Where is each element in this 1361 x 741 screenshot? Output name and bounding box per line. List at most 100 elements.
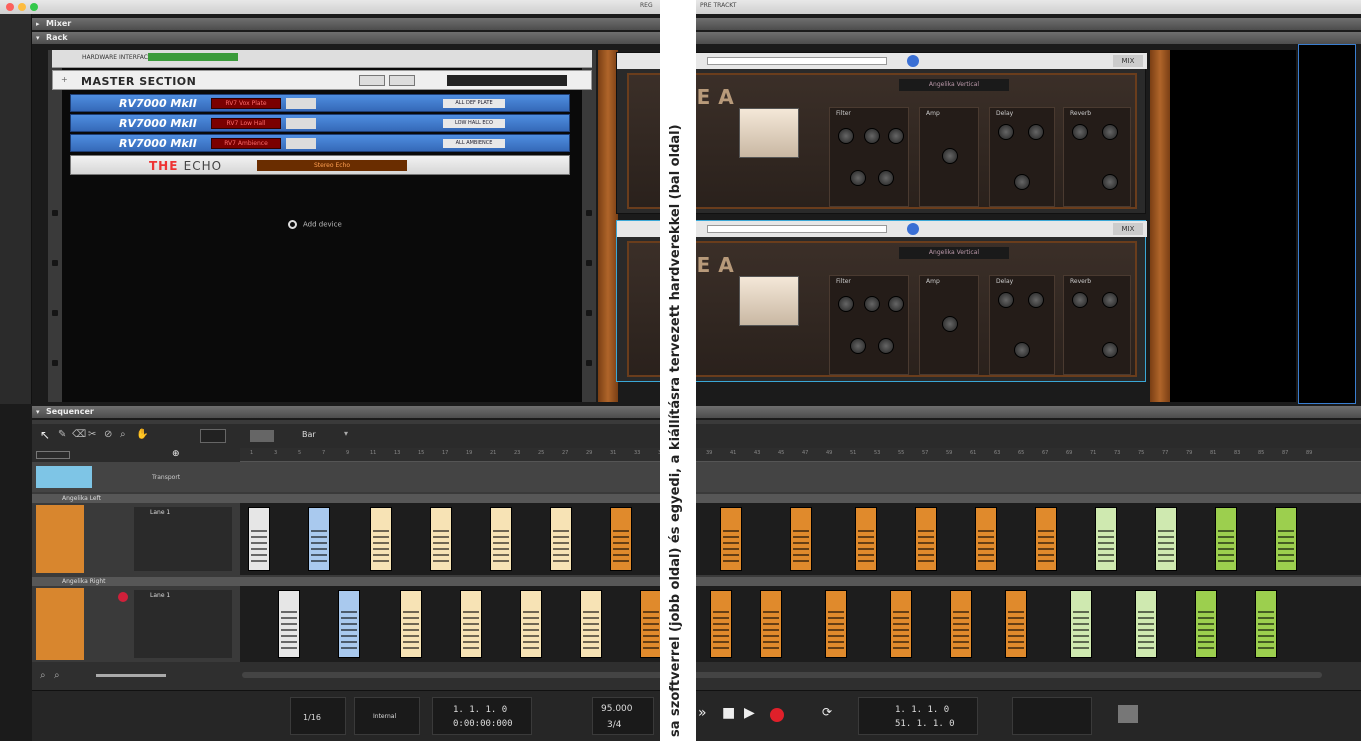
plus-icon[interactable]: + [61,75,68,84]
pattern-clip[interactable] [338,590,360,658]
dsp-button[interactable] [1118,705,1138,723]
synth-slider[interactable] [707,57,887,65]
patch-display[interactable]: RV7 Low Hall [211,118,281,129]
pattern-clip[interactable] [370,507,392,571]
pattern-clip[interactable] [855,507,877,571]
synth-slider[interactable] [707,225,887,233]
pattern-clip[interactable] [430,507,452,571]
pattern-clip[interactable] [790,507,812,571]
the-echo-unit[interactable]: THE ECHO Stereo Echo [70,155,570,175]
rv7000-unit-3[interactable]: RV7000 MkII RV7 Ambience ALL AMBIENCE [70,134,570,152]
record-arm-button[interactable] [118,592,128,602]
track-filter-button[interactable] [36,451,70,459]
play-icon[interactable]: ▶ [744,705,755,721]
pencil-tool-icon[interactable]: ✎ [58,429,66,440]
pattern-clip[interactable] [308,507,330,571]
pattern-clip[interactable] [1275,507,1297,571]
pattern-clip[interactable] [890,590,912,658]
pattern-clip[interactable] [550,507,572,571]
add-device-button[interactable]: Add device [288,220,342,229]
timeline-ruler[interactable]: 1357911131517192123252729313335373941434… [240,448,1361,462]
edit-mode-button[interactable] [200,429,226,443]
pattern-clip[interactable] [580,590,602,658]
patch-name-display[interactable]: Angelika Vertical [899,247,1009,259]
master-button-2[interactable] [389,75,415,86]
chevron-down-icon[interactable]: ▾ [36,406,40,418]
zoom-in-icon[interactable]: ⌕ [54,670,60,681]
rv7000-unit-1[interactable]: RV7000 MkII RV7 Vox Plate ALL DEF PLATE [70,94,570,112]
quantize-box[interactable]: 1/16 [290,697,346,735]
tempo-display[interactable]: 95.000 3/4 [592,697,654,735]
rv7000-unit-2[interactable]: RV7000 MkII RV7 Low Hall LOW HALL ECO [70,114,570,132]
zoom-out-icon[interactable]: ⌕ [40,670,46,681]
pattern-clip[interactable] [640,590,662,658]
snap-toggle[interactable] [250,430,274,442]
pattern-clip[interactable] [520,590,542,658]
pattern-clip[interactable] [400,590,422,658]
pattern-clip[interactable] [710,590,732,658]
patch-browse-buttons[interactable] [286,138,316,149]
patch-browse-buttons[interactable] [286,98,316,109]
echo-patch-display[interactable]: Stereo Echo [257,160,407,171]
rack-panel-header[interactable]: ▾ Rack [32,32,1361,44]
track-name-angelika-right[interactable]: Angelika Right [32,577,1361,586]
magnify-tool-icon[interactable]: ⌕ [120,429,126,440]
patch-name-display[interactable]: Angelika Vertical [899,79,1009,91]
horizontal-scrollbar[interactable] [242,672,1322,678]
pattern-clip[interactable] [610,507,632,571]
synth-knob-blue[interactable] [907,55,919,67]
transport-track-row[interactable]: Transport [32,462,1361,492]
razor-tool-icon[interactable]: ✂ [88,429,96,440]
chevron-down-icon[interactable]: ▾ [36,32,40,44]
sync-box[interactable]: Internal [354,697,420,735]
track-header-2[interactable]: Lane 1 [32,586,240,662]
pattern-clip[interactable] [1155,507,1177,571]
synth-knob-blue[interactable] [907,223,919,235]
pattern-clip[interactable] [1195,590,1217,658]
patch-display[interactable]: RV7 Ambience [211,138,281,149]
pattern-clip[interactable] [1215,507,1237,571]
track-lane-1[interactable] [240,503,1361,575]
master-section[interactable]: + MASTER SECTION [52,70,592,90]
sequencer-panel-header[interactable]: ▾ Sequencer [32,406,1361,418]
pattern-clip[interactable] [1005,590,1027,658]
pattern-clip[interactable] [490,507,512,571]
pattern-clip[interactable] [248,507,270,571]
select-tool-icon[interactable]: ↖ [40,428,50,442]
pattern-clip[interactable] [278,590,300,658]
track-lane-2[interactable] [240,586,1361,662]
record-button[interactable] [770,708,784,722]
stop-icon[interactable]: ■ [722,705,735,721]
pattern-clip[interactable] [1070,590,1092,658]
add-track-icon[interactable]: ⊕ [172,449,180,459]
pattern-clip[interactable] [950,590,972,658]
zoom-window-icon[interactable] [30,3,38,11]
position-display[interactable]: 1. 1. 1. 0 0:00:00:000 [432,697,532,735]
program-display[interactable]: ALL AMBIENCE [443,139,505,148]
pattern-clip[interactable] [825,590,847,658]
pattern-clip[interactable] [720,507,742,571]
pattern-clip[interactable] [1255,590,1277,658]
patch-browse-buttons[interactable] [286,118,316,129]
loop-icon[interactable]: ⟳ [822,705,832,719]
zoom-slider[interactable] [96,674,166,677]
mixer-panel-header[interactable]: ▸ Mixer [32,18,1361,30]
pattern-clip[interactable] [1095,507,1117,571]
pattern-clip[interactable] [460,590,482,658]
close-window-icon[interactable] [6,3,14,11]
rack-overview-navigator[interactable] [1298,44,1356,404]
chevron-right-icon[interactable]: ▸ [36,18,40,30]
patch-display[interactable]: RV7 Vox Plate [211,98,281,109]
pattern-clip[interactable] [760,590,782,658]
track-header-1[interactable]: Lane 1 [32,503,240,575]
loop-locators-display[interactable]: 1. 1. 1. 0 51. 1. 1. 0 [858,697,978,735]
eraser-tool-icon[interactable]: ⌫ [72,429,86,440]
pattern-clip[interactable] [1135,590,1157,658]
track-name-angelika-left[interactable]: Angelika Left [32,494,1361,503]
pattern-clip[interactable] [975,507,997,571]
minimize-window-icon[interactable] [18,3,26,11]
pattern-clip[interactable] [1035,507,1057,571]
hand-tool-icon[interactable]: ✋ [136,429,148,440]
program-display[interactable]: ALL DEF PLATE [443,99,505,108]
mute-tool-icon[interactable]: ⊘ [104,429,112,440]
